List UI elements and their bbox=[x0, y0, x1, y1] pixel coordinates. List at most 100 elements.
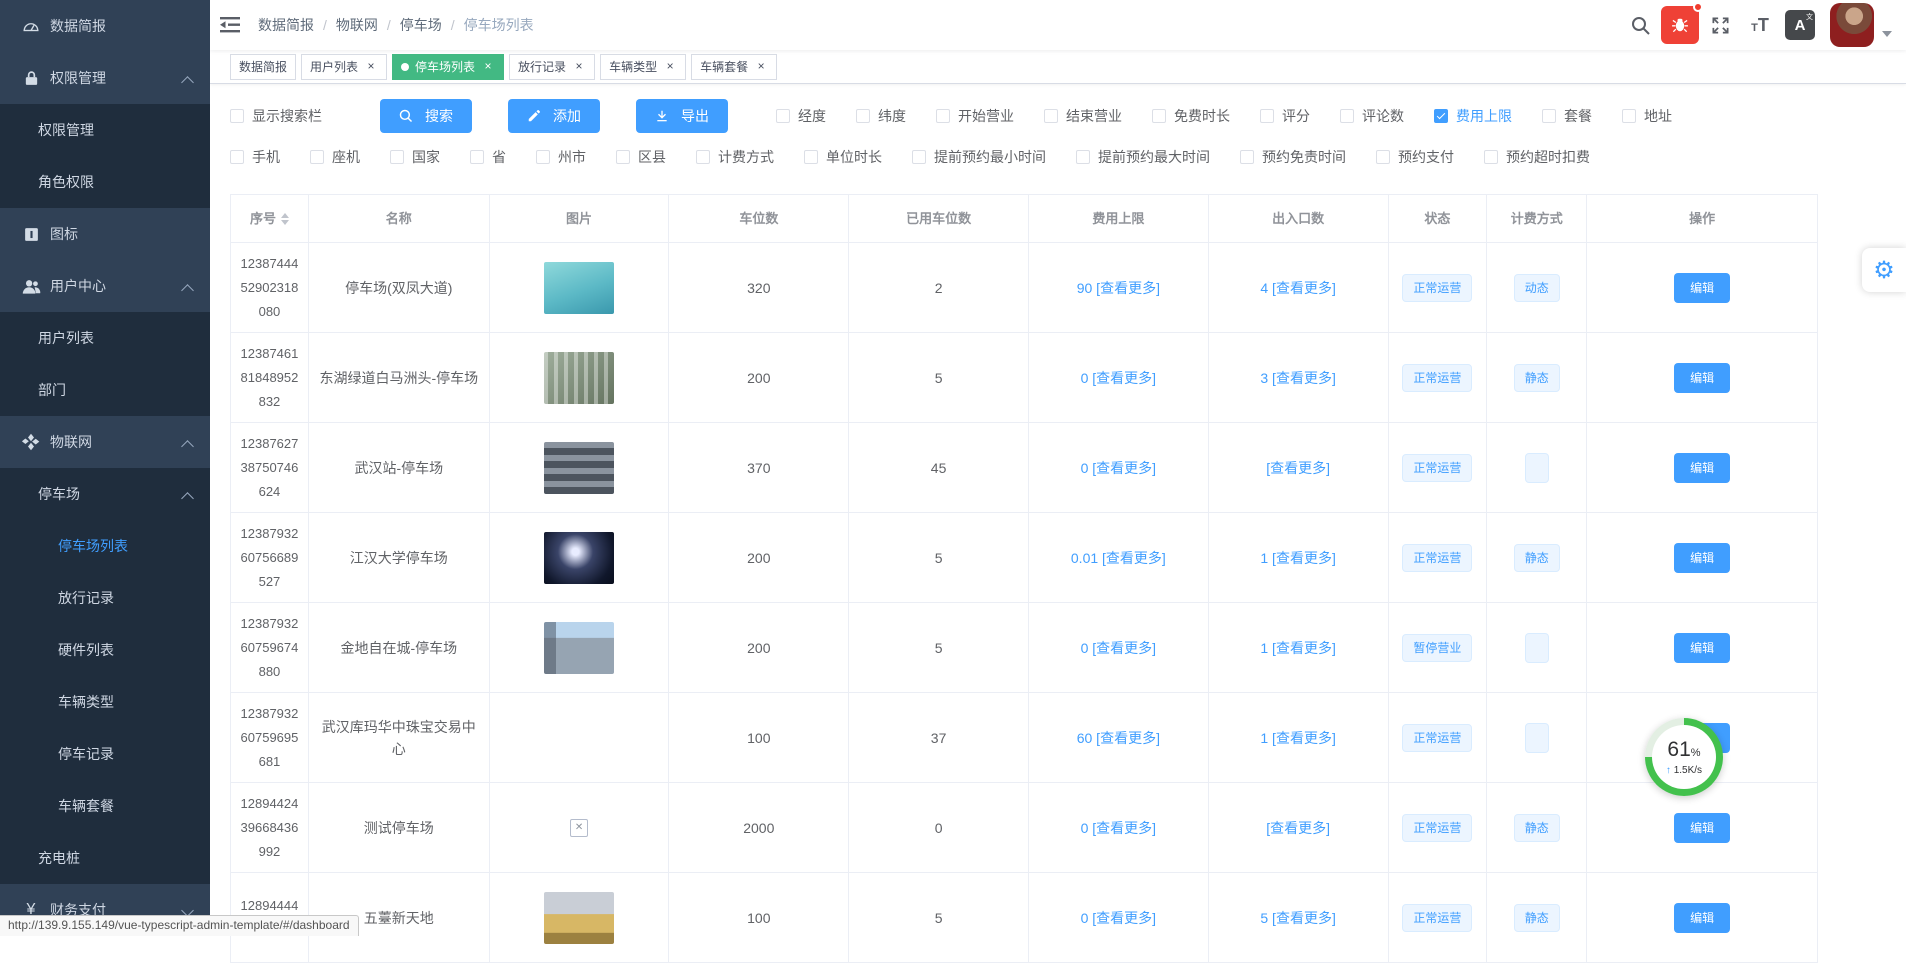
sort-carets-icon[interactable] bbox=[281, 213, 289, 225]
tab-车辆类型[interactable]: 车辆类型× bbox=[600, 54, 686, 80]
tab-close-icon[interactable]: × bbox=[364, 60, 378, 74]
breadcrumb-item[interactable]: 物联网 bbox=[336, 15, 378, 35]
breadcrumb-item[interactable]: 数据简报 bbox=[258, 15, 314, 35]
checkbox-box[interactable] bbox=[536, 150, 550, 164]
sidebar-item-放行记录[interactable]: 放行记录 bbox=[0, 572, 210, 624]
view-more-link[interactable]: 1 [查看更多] bbox=[1260, 547, 1335, 569]
filter-checkbox-州市[interactable]: 州市 bbox=[536, 147, 586, 167]
view-more-link[interactable]: 0 [查看更多] bbox=[1081, 637, 1156, 659]
filter-checkbox-结束营业[interactable]: 结束营业 bbox=[1044, 106, 1122, 126]
checkbox-box[interactable] bbox=[616, 150, 630, 164]
sidebar-item-硬件列表[interactable]: 硬件列表 bbox=[0, 624, 210, 676]
sidebar-item-车辆类型[interactable]: 车辆类型 bbox=[0, 676, 210, 728]
view-more-link[interactable]: 4 [查看更多] bbox=[1260, 277, 1335, 299]
view-more-link[interactable]: 60 [查看更多] bbox=[1077, 727, 1160, 749]
checkbox-box[interactable] bbox=[470, 150, 484, 164]
checkbox-box[interactable] bbox=[912, 150, 926, 164]
filter-checkbox-预约支付[interactable]: 预约支付 bbox=[1376, 147, 1454, 167]
breadcrumb-item[interactable]: 停车场 bbox=[400, 15, 442, 35]
sidebar-item-停车场[interactable]: 停车场 bbox=[0, 468, 210, 520]
checkbox-box[interactable] bbox=[936, 109, 950, 123]
view-more-link[interactable]: 0 [查看更多] bbox=[1081, 817, 1156, 839]
view-more-link[interactable]: 1 [查看更多] bbox=[1260, 637, 1335, 659]
checkbox-box[interactable] bbox=[1076, 150, 1090, 164]
filter-checkbox-提前预约最大时间[interactable]: 提前预约最大时间 bbox=[1076, 147, 1210, 167]
filter-checkbox-区县[interactable]: 区县 bbox=[616, 147, 666, 167]
sidebar-item-部门[interactable]: 部门 bbox=[0, 364, 210, 416]
add-button[interactable]: 添加 bbox=[508, 99, 600, 133]
view-more-link[interactable]: 1 [查看更多] bbox=[1260, 727, 1335, 749]
checkbox-box[interactable] bbox=[1542, 109, 1556, 123]
tab-停车场列表[interactable]: 停车场列表× bbox=[392, 54, 504, 80]
checkbox-box[interactable] bbox=[1044, 109, 1058, 123]
fullscreen-icon[interactable] bbox=[1700, 0, 1740, 50]
tab-close-icon[interactable]: × bbox=[754, 60, 768, 74]
hamburger-menu-icon[interactable] bbox=[210, 0, 250, 50]
sidebar-item-停车场列表[interactable]: 停车场列表 bbox=[0, 520, 210, 572]
view-more-link[interactable]: 90 [查看更多] bbox=[1077, 277, 1160, 299]
checkbox-box[interactable] bbox=[1484, 150, 1498, 164]
view-more-link[interactable]: [查看更多] bbox=[1266, 457, 1330, 479]
edit-button[interactable]: 编辑 bbox=[1674, 903, 1730, 933]
avatar-caret-down-icon[interactable] bbox=[1882, 31, 1892, 37]
sidebar-item-权限管理[interactable]: 权限管理 bbox=[0, 52, 210, 104]
filter-checkbox-计费方式[interactable]: 计费方式 bbox=[696, 147, 774, 167]
tab-close-icon[interactable]: × bbox=[663, 60, 677, 74]
filter-checkbox-开始营业[interactable]: 开始营业 bbox=[936, 106, 1014, 126]
sidebar-item-权限管理[interactable]: 权限管理 bbox=[0, 104, 210, 156]
view-more-link[interactable]: 3 [查看更多] bbox=[1260, 367, 1335, 389]
sidebar-item-物联网[interactable]: 物联网 bbox=[0, 416, 210, 468]
tab-close-icon[interactable]: × bbox=[481, 60, 495, 74]
checkbox-box[interactable] bbox=[1260, 109, 1274, 123]
filter-checkbox-地址[interactable]: 地址 bbox=[1622, 106, 1672, 126]
checkbox-box[interactable] bbox=[1376, 150, 1390, 164]
filter-checkbox-提前预约最小时间[interactable]: 提前预约最小时间 bbox=[912, 147, 1046, 167]
checkbox-box[interactable] bbox=[1622, 109, 1636, 123]
checkbox-box[interactable] bbox=[1240, 150, 1254, 164]
filter-checkbox-座机[interactable]: 座机 bbox=[310, 147, 360, 167]
sidebar-item-用户中心[interactable]: 用户中心 bbox=[0, 260, 210, 312]
view-more-link[interactable]: 5 [查看更多] bbox=[1260, 907, 1335, 929]
filter-checkbox-经度[interactable]: 经度 bbox=[776, 106, 826, 126]
view-more-link[interactable]: 0 [查看更多] bbox=[1081, 907, 1156, 929]
edit-button[interactable]: 编辑 bbox=[1674, 633, 1730, 663]
filter-checkbox-评分[interactable]: 评分 bbox=[1260, 106, 1310, 126]
edit-button[interactable]: 编辑 bbox=[1674, 813, 1730, 843]
checkbox-box[interactable] bbox=[804, 150, 818, 164]
checkbox-box[interactable] bbox=[856, 109, 870, 123]
sidebar-item-数据简报[interactable]: 数据简报 bbox=[0, 0, 210, 52]
sidebar-item-充电桩[interactable]: 充电桩 bbox=[0, 832, 210, 884]
checkbox-box[interactable] bbox=[1434, 109, 1448, 123]
filter-checkbox-国家[interactable]: 国家 bbox=[390, 147, 440, 167]
tab-close-icon[interactable]: × bbox=[572, 60, 586, 74]
edit-button[interactable]: 编辑 bbox=[1674, 453, 1730, 483]
checkbox-box[interactable] bbox=[776, 109, 790, 123]
checkbox-box[interactable] bbox=[310, 150, 324, 164]
filter-checkbox-免费时长[interactable]: 免费时长 bbox=[1152, 106, 1230, 126]
filter-checkbox-套餐[interactable]: 套餐 bbox=[1542, 106, 1592, 126]
filter-checkbox-单位时长[interactable]: 单位时长 bbox=[804, 147, 882, 167]
view-more-link[interactable]: 0.01 [查看更多] bbox=[1071, 547, 1166, 569]
filter-checkbox-纬度[interactable]: 纬度 bbox=[856, 106, 906, 126]
textsize-icon[interactable]: TT bbox=[1740, 0, 1780, 50]
filter-checkbox-显示搜索栏[interactable]: 显示搜索栏 bbox=[230, 106, 322, 126]
filter-checkbox-评论数[interactable]: 评论数 bbox=[1340, 106, 1404, 126]
export-button[interactable]: 导出 bbox=[636, 99, 728, 133]
sidebar-item-停车记录[interactable]: 停车记录 bbox=[0, 728, 210, 780]
filter-checkbox-费用上限[interactable]: 费用上限 bbox=[1434, 106, 1512, 126]
sidebar-item-车辆套餐[interactable]: 车辆套餐 bbox=[0, 780, 210, 832]
sidebar-item-图标[interactable]: 图标 bbox=[0, 208, 210, 260]
tab-数据简报[interactable]: 数据简报 bbox=[230, 54, 296, 80]
view-more-link[interactable]: 0 [查看更多] bbox=[1081, 457, 1156, 479]
sidebar-item-用户列表[interactable]: 用户列表 bbox=[0, 312, 210, 364]
view-more-link[interactable]: [查看更多] bbox=[1266, 817, 1330, 839]
sidebar-item-角色权限[interactable]: 角色权限 bbox=[0, 156, 210, 208]
filter-checkbox-预约超时扣费[interactable]: 预约超时扣费 bbox=[1484, 147, 1590, 167]
edit-button[interactable]: 编辑 bbox=[1674, 273, 1730, 303]
filter-checkbox-省[interactable]: 省 bbox=[470, 147, 506, 167]
filter-checkbox-预约免责时间[interactable]: 预约免责时间 bbox=[1240, 147, 1346, 167]
tab-车辆套餐[interactable]: 车辆套餐× bbox=[691, 54, 777, 80]
theme-settings-button[interactable]: ⚙ bbox=[1862, 248, 1906, 292]
filter-checkbox-手机[interactable]: 手机 bbox=[230, 147, 280, 167]
checkbox-box[interactable] bbox=[1340, 109, 1354, 123]
